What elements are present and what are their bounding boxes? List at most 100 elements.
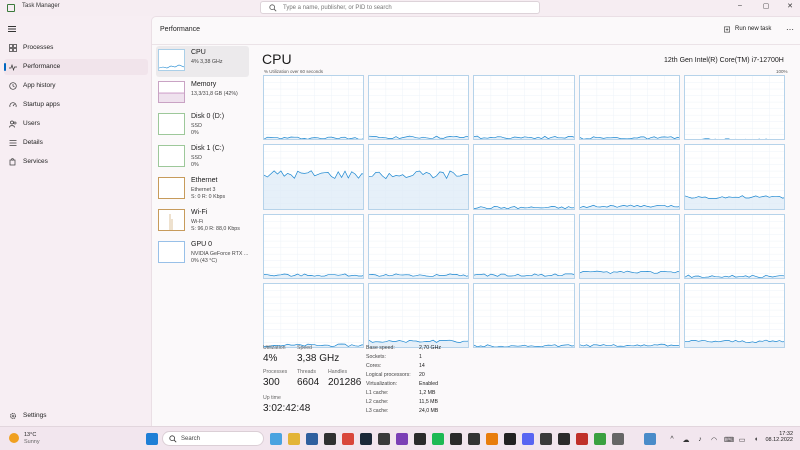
blender-icon[interactable] (486, 433, 498, 445)
grid-icon (9, 44, 17, 52)
cpu-model: 12th Gen Intel(R) Core(TM) i7-12700H (664, 57, 784, 64)
green-app-icon[interactable] (594, 433, 606, 445)
unity-icon[interactable] (504, 433, 516, 445)
spec-label: L3 cache: (366, 408, 389, 414)
logical-processor-graph (473, 75, 575, 141)
sidebar-item-app-history[interactable]: App history (4, 78, 148, 94)
obs-icon[interactable] (378, 433, 390, 445)
back-arrow-app-icon[interactable] (324, 433, 336, 445)
spotify-icon[interactable] (432, 433, 444, 445)
processes-label: Processes (263, 369, 288, 375)
volume-icon[interactable]: ◖ (752, 436, 760, 443)
device-item-cpu[interactable]: CPU 4% 3,38 GHz (156, 46, 249, 77)
sidebar-item-label: Startup apps (23, 101, 60, 108)
discord-icon[interactable] (522, 433, 534, 445)
logical-processor-graph (578, 75, 680, 141)
file-explorer-icon[interactable] (288, 433, 300, 445)
logical-processor-graph (368, 282, 470, 348)
device-detail: Ethernet 3 (191, 187, 216, 193)
processes-value: 300 (263, 377, 280, 388)
clock-date: 08.12.2022 (765, 437, 793, 443)
close-button[interactable]: ✕ (784, 2, 796, 10)
handles-label: Handles (328, 369, 348, 375)
search-icon (269, 4, 277, 12)
logical-processor-graph (368, 75, 470, 141)
speedometer-icon (9, 102, 17, 108)
sidebar-item-settings[interactable]: Settings (4, 408, 148, 424)
sidebar-item-performance[interactable]: Performance (4, 59, 148, 75)
tool-app-icon[interactable] (540, 433, 552, 445)
weather-condition[interactable]: Sunny (24, 439, 40, 445)
device-item-disk-0[interactable]: Disk 0 (D:) SSD 0% (156, 110, 249, 141)
terminal-icon[interactable] (468, 433, 480, 445)
run-new-task-button[interactable]: Run new task (735, 26, 771, 32)
windows-start-icon[interactable] (146, 433, 158, 445)
handles-value: 201286 (328, 377, 362, 388)
device-name: Wi-Fi (191, 209, 208, 216)
notes-app-icon[interactable] (414, 433, 426, 445)
logical-processor-graph (368, 144, 470, 210)
red-app-icon[interactable] (576, 433, 588, 445)
game-app-icon[interactable] (450, 433, 462, 445)
device-detail: S: 96,0 R: 88,0 Kbps (191, 226, 240, 232)
spec-label: Cores: (366, 363, 382, 369)
cloud-icon[interactable]: ☁ (682, 436, 690, 444)
process-search-input[interactable]: Type a name, publisher, or PID to search (260, 1, 540, 14)
hamburger-menu-icon[interactable] (8, 26, 16, 32)
sidebar-item-label: Details (23, 139, 43, 146)
page-title: Performance (160, 26, 201, 33)
more-options-icon[interactable]: ⋯ (786, 25, 794, 34)
device-item-memory[interactable]: Memory 13,3/31,8 GB (42%) (156, 78, 249, 109)
purple-app-icon[interactable] (396, 433, 408, 445)
ide-app-icon[interactable] (558, 433, 570, 445)
threads-label: Threads (297, 369, 317, 375)
sidebar-item-startup-apps[interactable]: Startup apps (4, 97, 148, 113)
spec-value: Enabled (419, 381, 439, 387)
steam-icon[interactable] (360, 433, 372, 445)
device-item-gpu[interactable]: GPU 0 NVIDIA GeForce RTX ... 0% (43 °C) (156, 238, 249, 269)
sidebar-item-services[interactable]: Services (4, 154, 148, 170)
sidebar-item-label: Services (23, 158, 48, 165)
spec-value: 14 (419, 363, 425, 369)
logical-processor-graph (368, 213, 470, 279)
main-panel: Performance Run new task ⋯ CPU 4% 3,38 G… (151, 16, 800, 426)
memory-thumbnail (158, 81, 185, 103)
wifi-icon[interactable]: ◠ (710, 436, 718, 444)
search-icon (169, 435, 177, 443)
history-icon (9, 82, 17, 90)
speaker-icon[interactable]: ♪ (696, 436, 704, 443)
battery-icon[interactable]: ▭ (738, 436, 746, 444)
threads-value: 6604 (297, 377, 320, 388)
language-icon[interactable]: ⌨ (724, 436, 734, 444)
settings-app-icon[interactable] (612, 433, 624, 445)
utilization-value: 4% (263, 353, 278, 364)
device-detail: SSD (191, 155, 202, 161)
taskbar-search[interactable]: Search (162, 431, 264, 446)
device-item-wifi[interactable]: Wi-Fi Wi-Fi S: 96,0 R: 88,0 Kbps (156, 206, 249, 237)
sun-icon[interactable] (9, 433, 19, 443)
list-icon (9, 140, 17, 146)
maximize-button[interactable]: ▢ (760, 2, 772, 10)
weather-temperature[interactable]: 13°C (24, 432, 36, 438)
device-name: Ethernet (191, 177, 218, 184)
device-item-disk-1[interactable]: Disk 1 (C:) SSD 0% (156, 142, 249, 173)
spec-label: L2 cache: (366, 399, 389, 405)
settings-label: Settings (23, 412, 47, 419)
minimize-button[interactable]: – (734, 2, 746, 9)
device-item-ethernet[interactable]: Ethernet Ethernet 3 S: 0 R: 0 Kbps (156, 174, 249, 205)
logical-processor-graph (578, 144, 680, 210)
sidebar-item-users[interactable]: Users (4, 116, 148, 132)
cpu-title: CPU (262, 51, 292, 67)
widgets-icon[interactable] (270, 433, 282, 445)
chevron-up-icon[interactable]: ^ (668, 436, 676, 443)
disk-thumbnail (158, 145, 185, 167)
spec-label: L1 cache: (366, 390, 389, 396)
task-manager-icon[interactable] (644, 433, 656, 445)
clock[interactable]: 17:32 08.12.2022 (765, 431, 793, 443)
store-icon[interactable] (306, 433, 318, 445)
sidebar-item-details[interactable]: Details (4, 135, 148, 151)
sidebar-item-label: Processes (23, 44, 54, 51)
chrome-icon[interactable] (342, 433, 354, 445)
sidebar-item-processes[interactable]: Processes (4, 40, 148, 56)
logical-processor-graph (473, 282, 575, 348)
